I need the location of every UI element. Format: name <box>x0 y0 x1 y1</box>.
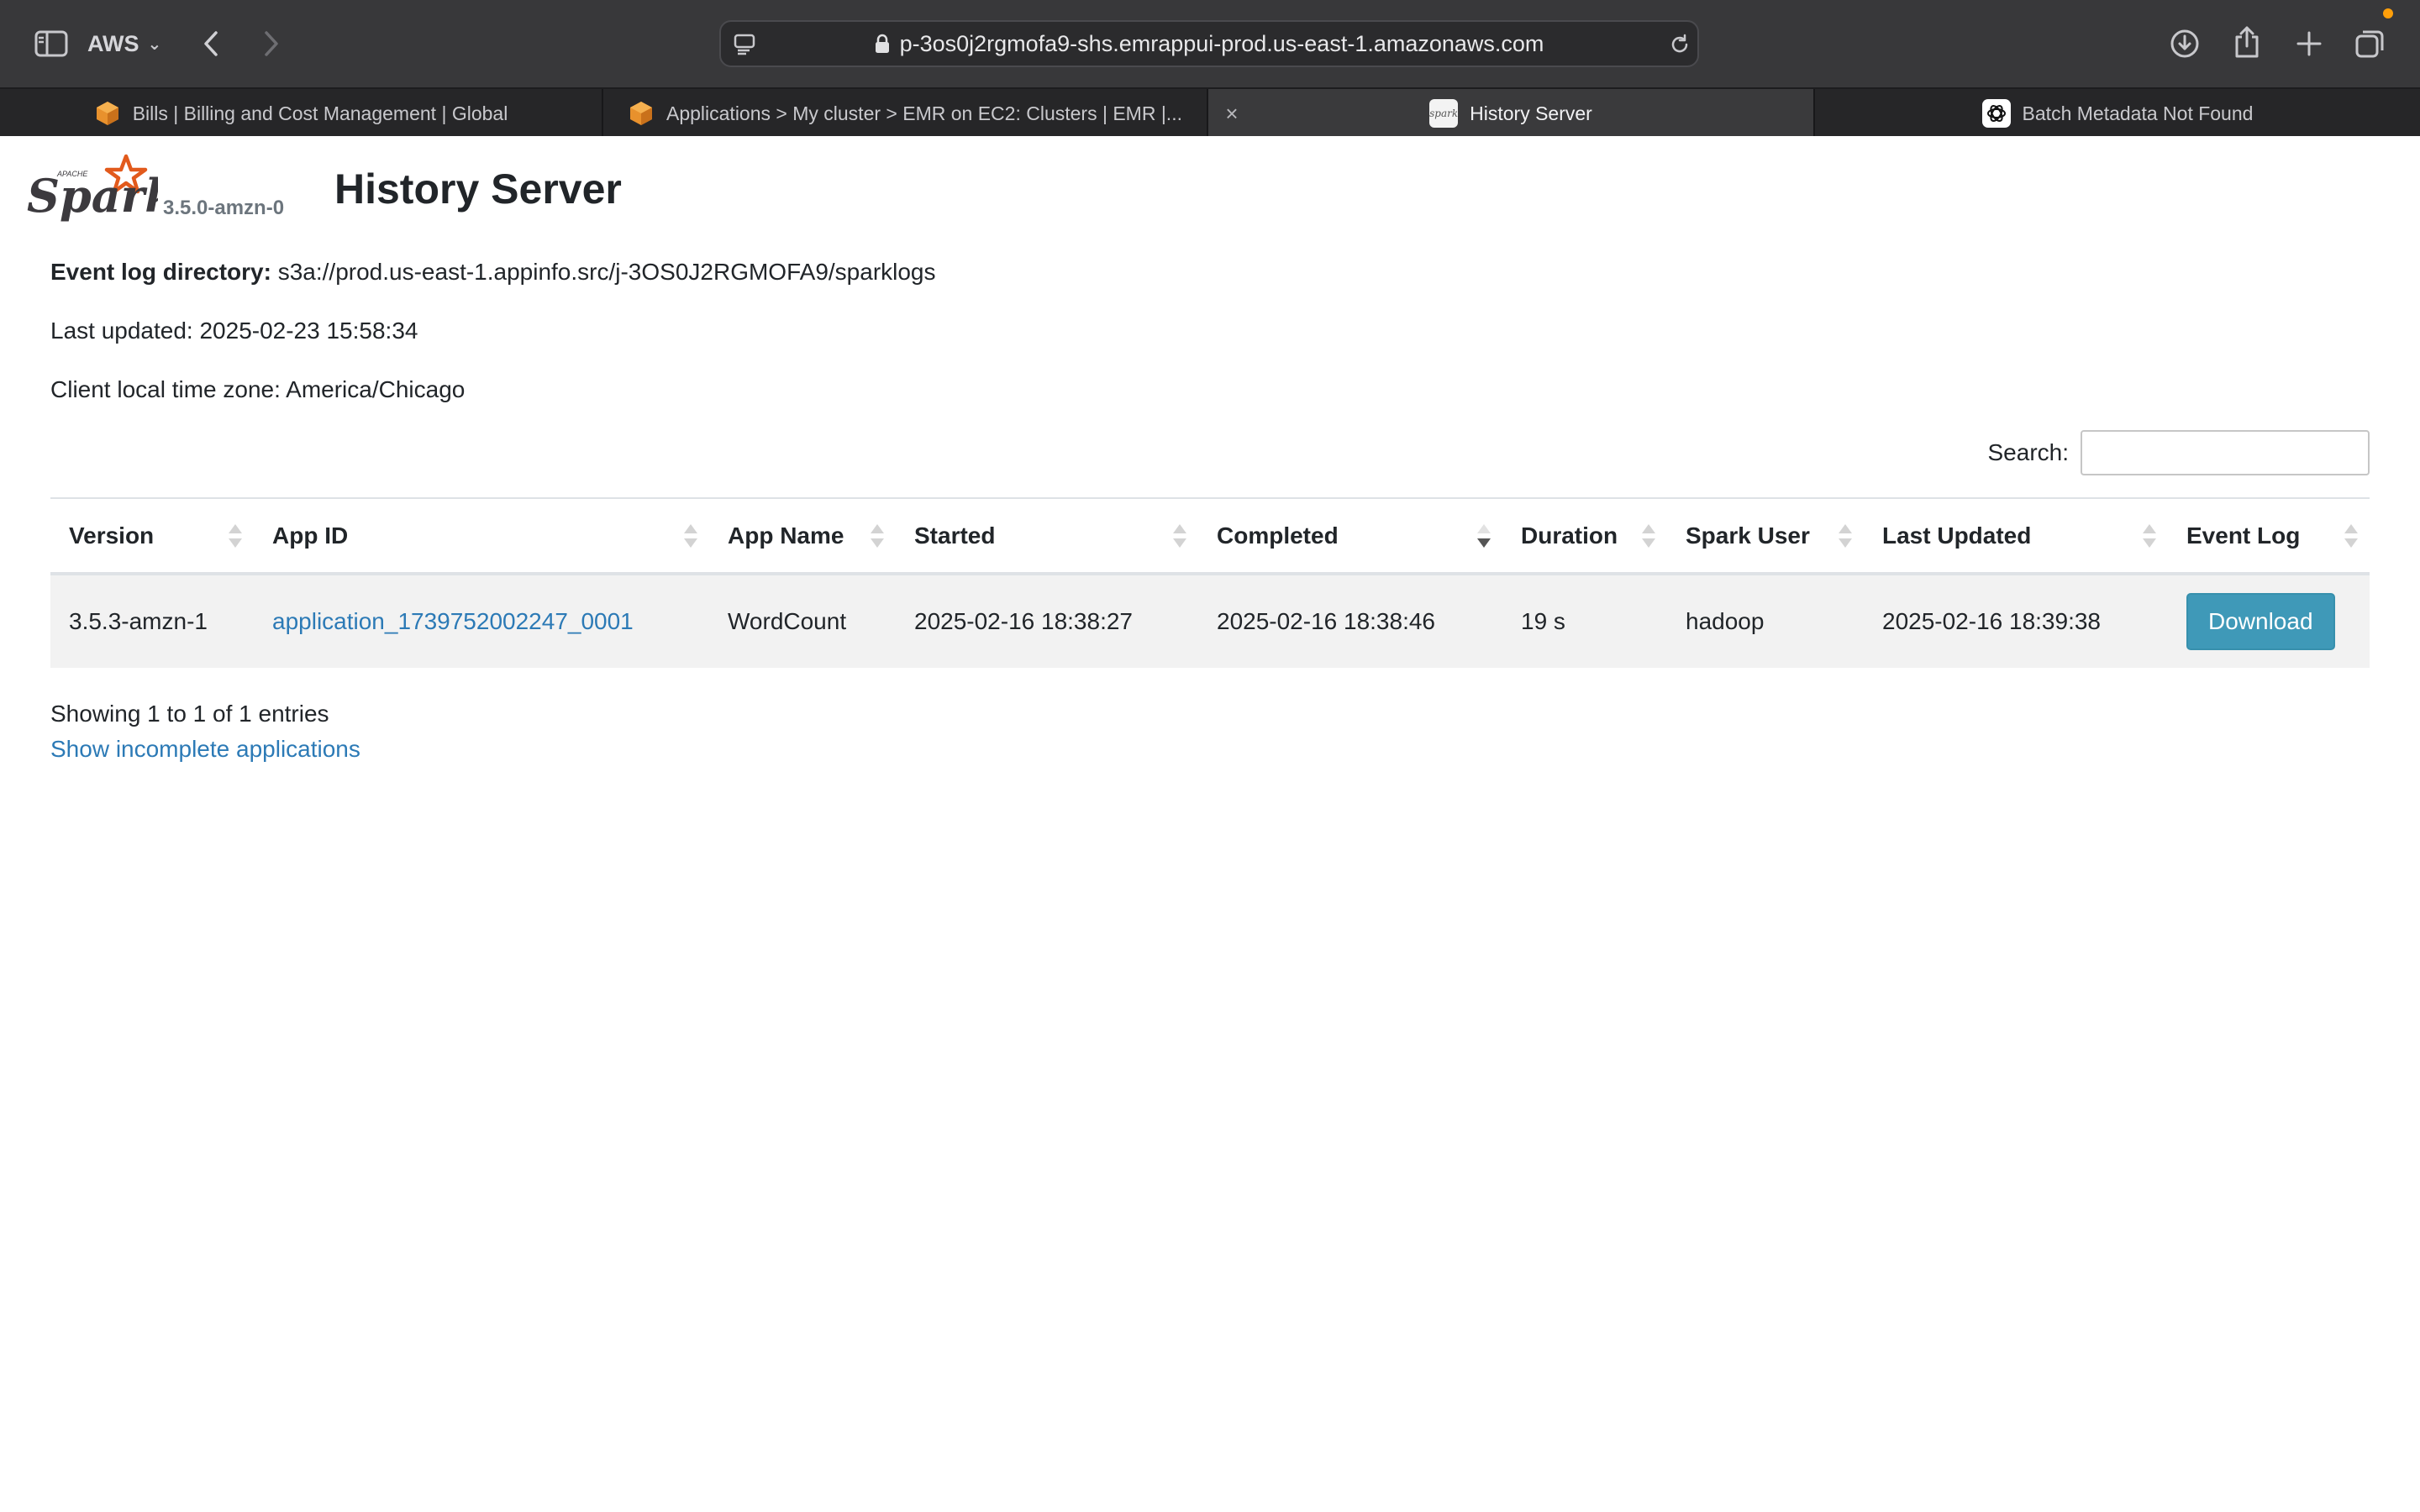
profile-label: AWS <box>87 30 139 56</box>
last-updated: Last updated: 2025-02-23 15:58:34 <box>50 318 418 344</box>
cell-app-id: application_1739752002247_0001 <box>254 574 709 668</box>
applications-table: Version App ID App Name Started Complete… <box>50 497 2370 668</box>
event-log-value: s3a://prod.us-east-1.appinfo.src/j-3OS0J… <box>277 259 936 285</box>
cell-spark-user: hadoop <box>1667 574 1864 668</box>
cell-completed: 2025-02-16 18:38:46 <box>1198 574 1502 668</box>
history-server-page: APACHE Spark 3.5.0-amzn-0 History Server… <box>0 136 2420 1512</box>
reload-icon[interactable] <box>1667 32 1692 57</box>
cell-last-updated: 2025-02-16 18:39:38 <box>1864 574 2168 668</box>
aws-cube-icon <box>96 102 118 125</box>
cell-version: 3.5.3-amzn-1 <box>50 574 254 668</box>
search-label: Search: <box>1987 439 2070 465</box>
sort-icon <box>684 524 697 551</box>
tab-title: Batch Metadata Not Found <box>2022 102 2254 124</box>
tab-title: Bills | Billing and Cost Management | Gl… <box>132 102 508 124</box>
close-tab-icon[interactable]: × <box>1220 102 1244 125</box>
page-title: History Server <box>334 165 622 213</box>
cell-duration: 19 s <box>1502 574 1667 668</box>
openai-icon <box>1981 99 2011 128</box>
sort-icon <box>2143 524 2156 551</box>
column-event-log[interactable]: Event Log <box>2168 497 2370 575</box>
entries-info: Showing 1 to 1 of 1 entries <box>50 701 329 727</box>
table-row: 3.5.3-amzn-1 application_1739752002247_0… <box>50 574 2370 668</box>
sort-icon <box>1173 524 1186 551</box>
share-icon[interactable] <box>2232 24 2262 60</box>
tab-batch-metadata[interactable]: Batch Metadata Not Found <box>1815 89 2420 138</box>
sort-descending-icon <box>1477 524 1491 551</box>
url-text: p-3os0j2rgmofa9-shs.emrappui-prod.us-eas… <box>899 30 1544 56</box>
tab-title: History Server <box>1470 102 1592 124</box>
logo-spark-text: Spark <box>27 169 158 223</box>
column-version[interactable]: Version <box>50 497 254 575</box>
chevron-down-icon: ⌄ <box>147 34 162 54</box>
sidebar-toggle-icon[interactable] <box>32 27 71 60</box>
sort-icon <box>2344 524 2358 551</box>
event-log-directory: Event log directory: s3a://prod.us-east-… <box>50 259 936 286</box>
tab-bills[interactable]: Bills | Billing and Cost Management | Gl… <box>0 89 603 138</box>
search-bar: Search: <box>1988 430 2370 475</box>
tab-history-server[interactable]: × spark History Server <box>1208 89 1815 138</box>
column-spark-user[interactable]: Spark User <box>1667 497 1864 575</box>
back-icon[interactable] <box>198 27 224 60</box>
client-timezone: Client local time zone: America/Chicago <box>50 376 466 402</box>
sort-icon <box>1642 524 1655 551</box>
notification-dot <box>2383 8 2393 18</box>
tab-bar: Bills | Billing and Cost Management | Gl… <box>0 87 2420 138</box>
column-app-name[interactable]: App Name <box>709 497 896 575</box>
download-button[interactable]: Download <box>2186 593 2335 650</box>
aws-cube-icon <box>630 102 652 125</box>
tab-title: Applications > My cluster > EMR on EC2: … <box>666 102 1182 124</box>
sort-icon <box>229 524 242 551</box>
address-bar[interactable]: p-3os0j2rgmofa9-shs.emrappui-prod.us-eas… <box>719 20 1699 67</box>
column-app-id[interactable]: App ID <box>254 497 709 575</box>
profile-group-selector[interactable]: AWS ⌄ <box>87 25 161 62</box>
new-tab-icon[interactable] <box>2294 27 2324 60</box>
spark-icon: spark <box>1429 99 1458 128</box>
sort-icon <box>871 524 884 551</box>
tab-emr-applications[interactable]: Applications > My cluster > EMR on EC2: … <box>603 89 1208 138</box>
table-header-row: Version App ID App Name Started Complete… <box>50 497 2370 575</box>
forward-icon[interactable] <box>259 27 284 60</box>
column-completed[interactable]: Completed <box>1198 497 1502 575</box>
show-incomplete-link[interactable]: Show incomplete applications <box>50 736 360 763</box>
tab-overview-icon[interactable] <box>2353 27 2386 60</box>
cell-started: 2025-02-16 18:38:27 <box>896 574 1198 668</box>
app-id-link[interactable]: application_1739752002247_0001 <box>272 608 634 634</box>
column-last-updated[interactable]: Last Updated <box>1864 497 2168 575</box>
column-started[interactable]: Started <box>896 497 1198 575</box>
spark-logo[interactable]: APACHE Spark <box>24 153 176 223</box>
column-duration[interactable]: Duration <box>1502 497 1667 575</box>
event-log-label: Event log directory: <box>50 259 271 285</box>
sort-icon <box>1839 524 1852 551</box>
browser-toolbar: AWS ⌄ p-3os0j2rgmofa9-shs.emrappui-prod.… <box>0 0 2420 87</box>
lock-icon <box>875 34 890 54</box>
cell-event-log: Download <box>2168 574 2370 668</box>
spark-version: 3.5.0-amzn-0 <box>163 197 285 219</box>
downloads-icon[interactable] <box>2168 27 2202 60</box>
search-input[interactable] <box>2081 430 2370 475</box>
cell-app-name: WordCount <box>709 574 896 668</box>
